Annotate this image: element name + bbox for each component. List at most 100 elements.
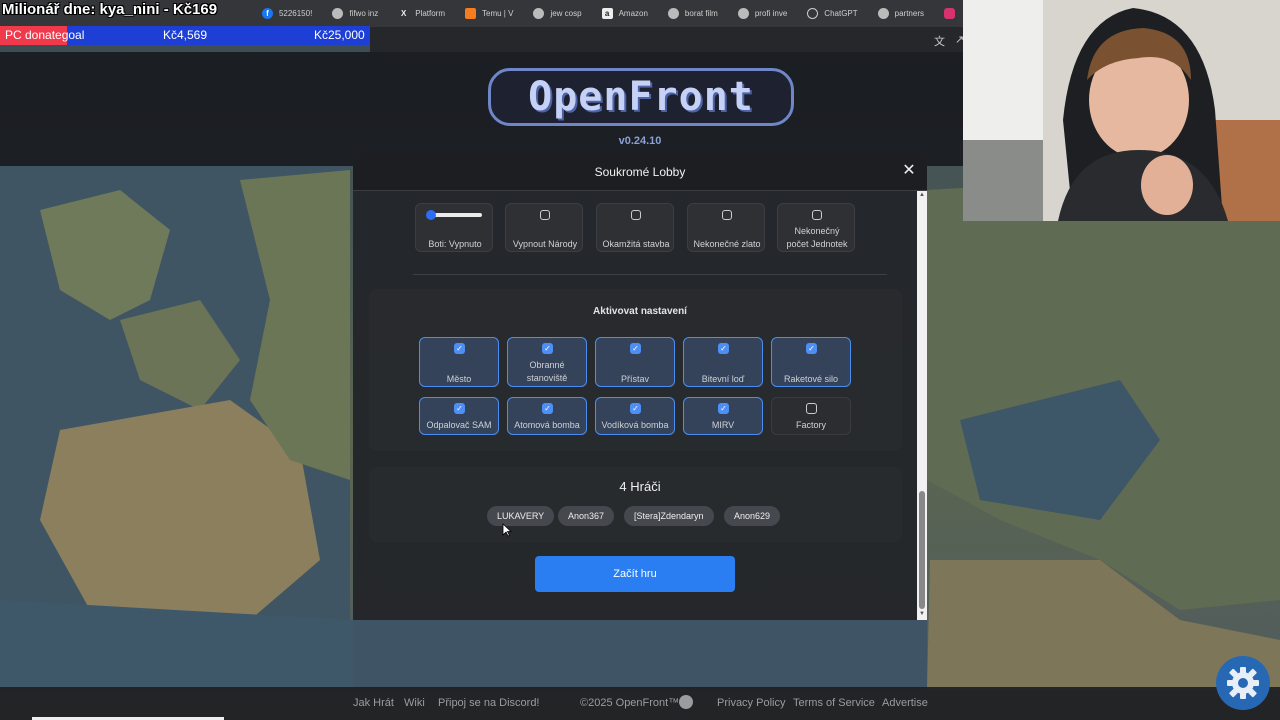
translate-icon[interactable]: 文: [934, 33, 945, 49]
bookmark-3[interactable]: Temu | V: [457, 3, 521, 25]
disable-nations-option[interactable]: Vypnout Národy: [505, 203, 583, 252]
bookmark-2[interactable]: X Platform: [390, 3, 453, 25]
checkmark-icon: ✓: [542, 343, 553, 354]
instant-build-option[interactable]: Okamžitá stavba: [596, 203, 674, 252]
checkmark-icon: ✓: [542, 403, 553, 414]
disable-nations-checkbox[interactable]: [540, 210, 550, 220]
empty-checkbox-icon: [806, 403, 817, 414]
modal-scrollbar[interactable]: ▲ ▼: [917, 191, 927, 620]
unit-label: Přístav: [620, 374, 649, 384]
bookmark-label: ChatGPT: [824, 9, 858, 18]
bookmark-4[interactable]: jew cosp: [525, 3, 589, 25]
unit-missile-silo[interactable]: ✓ Raketové silo: [771, 337, 851, 387]
how-to-play-link[interactable]: Jak Hrát: [353, 697, 394, 709]
bots-label: Boti: Vypnuto: [428, 239, 482, 249]
private-lobby-modal: Soukromé Lobby ✕ Boti: Vypnuto Vypnout N…: [353, 153, 927, 620]
version-label: v0.24.10: [618, 135, 662, 147]
bookmark-label: borat film: [684, 9, 718, 18]
unit-atom-bomb[interactable]: ✓ Atomová bomba: [507, 397, 587, 435]
player-chip: [Stera]Zdendaryn: [624, 506, 714, 526]
checkmark-icon: ✓: [630, 403, 641, 414]
instant-build-label: Okamžitá stavba: [602, 239, 670, 249]
unit-warship[interactable]: ✓ Bitevní loď: [683, 337, 763, 387]
checkmark-icon: ✓: [718, 343, 729, 354]
instagram-icon: [944, 8, 955, 19]
player-chip: Anon367: [558, 506, 615, 526]
infinite-gold-checkbox[interactable]: [722, 210, 732, 220]
infinite-troops-label-line2: počet Jednotek: [786, 239, 848, 249]
bookmark-10[interactable]: [936, 3, 963, 25]
browser-toolbar: [370, 27, 963, 52]
bots-slider-track[interactable]: [429, 213, 482, 217]
unit-mirv[interactable]: ✓ MIRV: [683, 397, 763, 435]
bookmark-label: Platform: [415, 9, 446, 18]
unit-factory[interactable]: Factory: [771, 397, 851, 435]
instant-build-checkbox[interactable]: [631, 210, 641, 220]
units-section-title: Aktivovat nastavení: [593, 306, 687, 317]
chatgpt-icon: [807, 8, 819, 19]
unit-label: Atomová bomba: [514, 420, 580, 430]
close-icon[interactable]: ✕: [899, 161, 919, 181]
unit-label: Obranné stanoviště: [526, 360, 568, 383]
unit-label: Raketové silo: [783, 374, 839, 384]
checkmark-icon: ✓: [806, 343, 817, 354]
copyright-text: ©2025 OpenFront™: [580, 697, 680, 709]
bookmark-label: profi inve: [754, 9, 788, 18]
facebook-icon: f: [261, 8, 273, 19]
start-game-button[interactable]: Začít hru: [535, 556, 735, 592]
bookmark-6[interactable]: borat film: [660, 3, 726, 25]
unit-defense-post[interactable]: ✓ Obranné stanoviště: [507, 337, 587, 387]
bots-slider-card[interactable]: Boti: Vypnuto: [415, 203, 493, 252]
unit-label: Odpalovač SAM: [426, 420, 492, 430]
infinite-troops-label-line1: Nekonečný: [794, 226, 840, 236]
infinite-troops-option[interactable]: Nekonečný počet Jednotek: [777, 203, 855, 252]
donation-current: Kč4,569: [163, 28, 208, 42]
scroll-up-icon[interactable]: ▲: [918, 192, 926, 198]
unit-hydrogen-bomb[interactable]: ✓ Vodíková bomba: [595, 397, 675, 435]
unit-city[interactable]: ✓ Město: [419, 337, 499, 387]
scrollbar-thumb[interactable]: [919, 491, 925, 609]
bookmark-label: Amazon: [618, 9, 648, 18]
modal-header: Soukromé Lobby ✕: [353, 153, 927, 191]
globe-icon: [332, 8, 344, 19]
checkmark-icon: ✓: [454, 343, 465, 354]
bookmark-5[interactable]: a Amazon: [594, 3, 656, 25]
footer: Jak Hrát Wiki Připoj se na Discord! ©202…: [0, 687, 1280, 720]
scroll-down-icon[interactable]: ▼: [918, 611, 926, 617]
unit-label: Factory: [795, 420, 826, 430]
advertise-link[interactable]: Advertise: [882, 697, 928, 709]
terms-of-service-link[interactable]: Terms of Service: [793, 697, 875, 709]
infinite-gold-label: Nekonečné zlato: [693, 239, 761, 249]
stream-overlay-title: Milionář dne: kya_nini - Kč169: [2, 1, 218, 18]
bookmark-1[interactable]: fifwo inz: [324, 3, 386, 25]
players-count-title: 4 Hráči: [619, 479, 661, 494]
bookmark-0[interactable]: f 5226150!: [254, 3, 320, 25]
gear-icon: [1227, 667, 1259, 699]
player-chip: Anon629: [724, 506, 781, 526]
bookmark-label: jew cosp: [550, 9, 582, 18]
bookmark-9[interactable]: partners: [870, 3, 932, 25]
bookmark-7[interactable]: profi inve: [730, 3, 795, 25]
infinite-troops-checkbox[interactable]: [812, 210, 822, 220]
webcam-feed: [963, 0, 1280, 221]
wiki-link[interactable]: Wiki: [404, 697, 425, 709]
donation-target: Kč25,000: [314, 28, 365, 42]
bookmark-label: Temu | V: [482, 9, 514, 18]
screen: f 5226150! fifwo inz X Platform Temu | V j…: [0, 0, 1280, 720]
openfront-logo: OpenFront: [488, 68, 794, 130]
amazon-icon: a: [601, 8, 613, 19]
github-icon[interactable]: [679, 695, 693, 709]
discord-link[interactable]: Připoj se na Discord!: [438, 697, 540, 709]
unit-sam-launcher[interactable]: ✓ Odpalovač SAM: [419, 397, 499, 435]
unit-label: Bitevní loď: [701, 374, 745, 384]
bookmark-label: partners: [894, 9, 924, 18]
bookmark-8[interactable]: ChatGPT: [799, 3, 865, 25]
bots-slider-thumb[interactable]: [426, 210, 436, 220]
privacy-policy-link[interactable]: Privacy Policy: [717, 697, 785, 709]
unit-label: Vodíková bomba: [601, 420, 669, 430]
globe-icon: [667, 8, 679, 19]
settings-button[interactable]: [1216, 656, 1270, 710]
mouse-cursor-icon: [502, 523, 512, 537]
infinite-gold-option[interactable]: Nekonečné zlato: [687, 203, 765, 252]
unit-port[interactable]: ✓ Přístav: [595, 337, 675, 387]
